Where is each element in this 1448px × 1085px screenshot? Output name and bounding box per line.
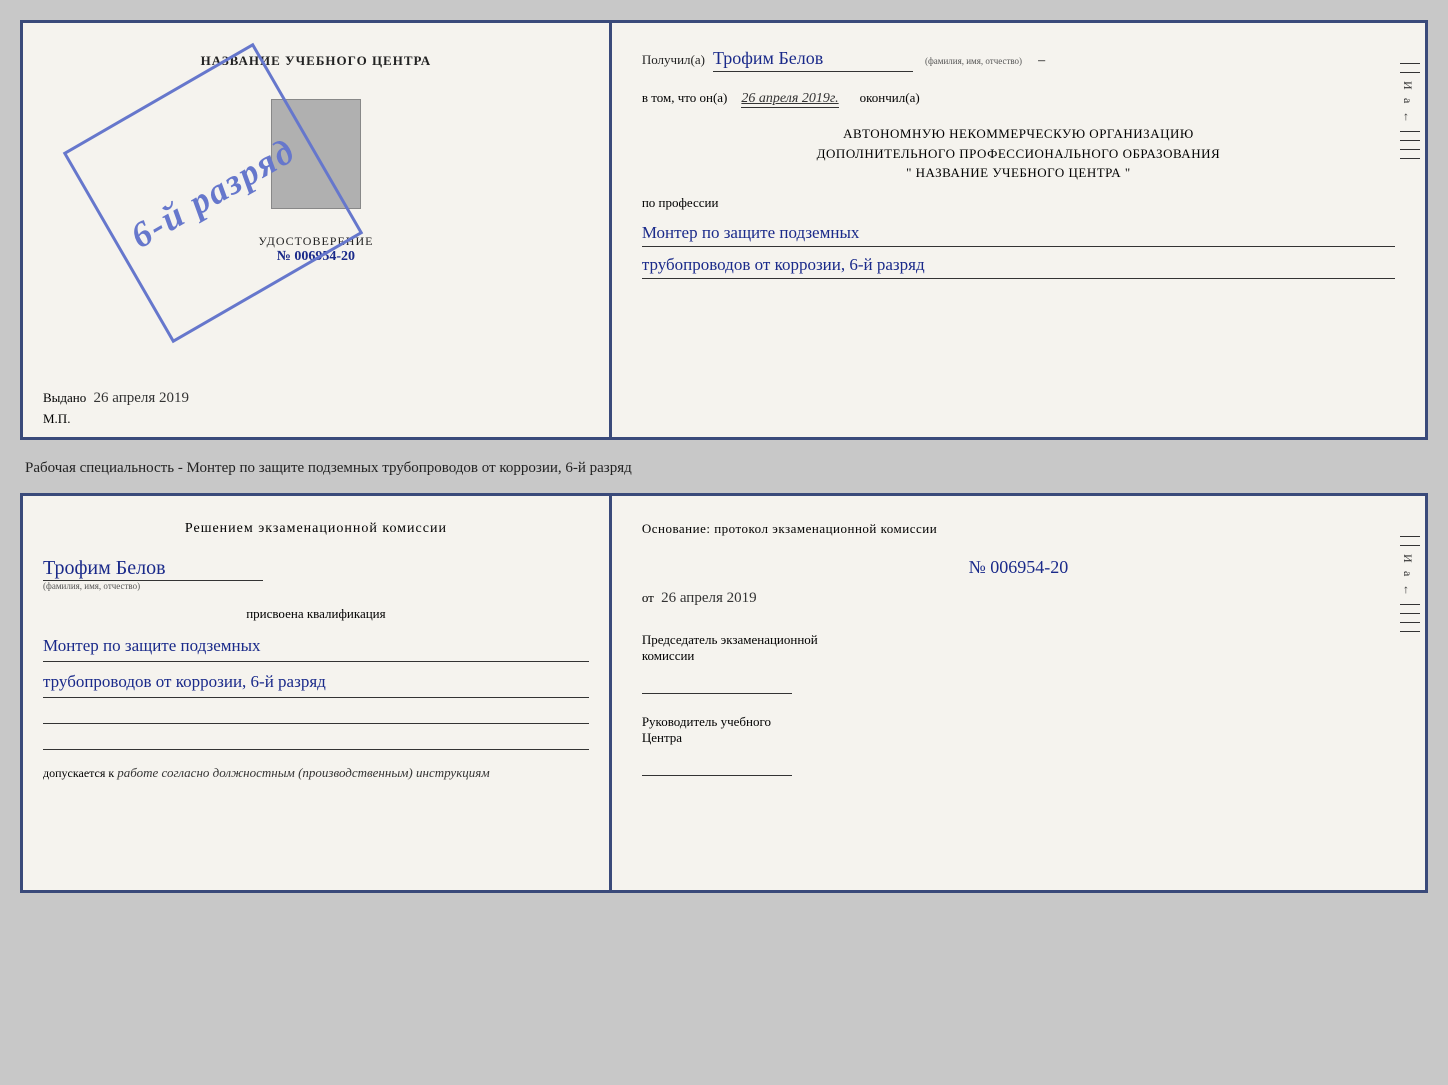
bottom-name-block: Трофим Белов (фамилия, имя, отчество) xyxy=(43,557,589,591)
bottom-recipient-name: Трофим Белов xyxy=(43,557,263,581)
resheniem-label: Решением экзаменационной комиссии xyxy=(185,521,447,536)
osnovanie-label: Основание: протокол экзаменационной коми… xyxy=(642,521,1395,537)
mp-block: М.П. xyxy=(43,411,70,427)
side-dash-3 xyxy=(1400,131,1420,132)
side-dash-1 xyxy=(1400,63,1420,64)
protocol-date: 26 апреля 2019 xyxy=(661,590,757,606)
dopuskaetsya-label: допускается к xyxy=(43,766,114,780)
po-professii-label: по профессии xyxy=(642,195,1395,211)
qualification-line2: трубопроводов от коррозии, 6-й разряд xyxy=(43,668,589,698)
udostoverenie-block: УДОСТОВЕРЕНИЕ № 006954-20 xyxy=(258,234,373,265)
ot-date-block: от 26 апреля 2019 xyxy=(642,590,1395,607)
b-side-letter-i: И xyxy=(1400,554,1420,563)
cert-title: НАЗВАНИЕ УЧЕБНОГО ЦЕНТРА xyxy=(201,53,432,69)
rukovoditel-line2: Центра xyxy=(642,730,1395,746)
top-certificate: НАЗВАНИЕ УЧЕБНОГО ЦЕНТРА 6-й разряд УДОС… xyxy=(20,20,1428,440)
b-side-letter-a: а xyxy=(1400,571,1420,576)
chairman-line1: Председатель экзаменационной xyxy=(642,632,1395,648)
side-dash-4 xyxy=(1400,140,1420,141)
dash: – xyxy=(1038,53,1045,69)
okonchil-label: окончил(а) xyxy=(860,90,920,106)
b-side-dash-6 xyxy=(1400,631,1420,632)
protocol-number: № 006954-20 xyxy=(642,557,1395,578)
vtom-label: в том, что он(а) xyxy=(642,90,728,106)
vydano-date: 26 апреля 2019 xyxy=(94,390,190,406)
profession-line2: трубопроводов от коррозии, 6-й разряд xyxy=(642,251,1395,279)
side-letter-a: а xyxy=(1400,98,1420,103)
side-dash-6 xyxy=(1400,158,1420,159)
resheniem-block: Решением экзаменационной комиссии xyxy=(43,521,589,537)
rukovoditel-signature-line xyxy=(642,756,792,776)
org-block: АВТОНОМНУЮ НЕКОММЕРЧЕСКУЮ ОРГАНИЗАЦИЮ ДО… xyxy=(642,124,1395,183)
photo-placeholder xyxy=(271,99,361,209)
blank-line-2 xyxy=(43,730,589,750)
bottom-right-side-marks: И а ← xyxy=(1400,536,1420,632)
side-letter-i: И xyxy=(1400,81,1420,90)
rukovoditel-line1: Руководитель учебного xyxy=(642,714,1395,730)
udostoverenie-num: № 006954-20 xyxy=(258,249,373,265)
b-side-dash-5 xyxy=(1400,622,1420,623)
dopuskaetsya-text: работе согласно должностным (производств… xyxy=(117,765,489,780)
org-line2: ДОПОЛНИТЕЛЬНОГО ПРОФЕССИОНАЛЬНОГО ОБРАЗО… xyxy=(642,144,1395,164)
b-side-dash-3 xyxy=(1400,604,1420,605)
dopuskaetsya-block: допускается к работе согласно должностны… xyxy=(43,765,589,781)
chairman-signature-line xyxy=(642,674,792,694)
name-small-label: (фамилия, имя, отчество) xyxy=(925,56,1022,66)
right-side-marks: И а ← xyxy=(1400,63,1420,159)
udostoverenie-title: УДОСТОВЕРЕНИЕ xyxy=(258,234,373,249)
vydano-label: Выдано xyxy=(43,390,86,405)
bottom-left-panel: Решением экзаменационной комиссии Трофим… xyxy=(23,496,612,890)
side-dash-5 xyxy=(1400,149,1420,150)
org-line3: " НАЗВАНИЕ УЧЕБНОГО ЦЕНТРА " xyxy=(642,163,1395,183)
recipient-name: Трофим Белов xyxy=(713,48,913,72)
poluchil-label: Получил(a) xyxy=(642,52,705,68)
completion-date: 26 апреля 2019г. xyxy=(741,91,838,108)
b-side-dash-2 xyxy=(1400,545,1420,546)
chairman-line2: комиссии xyxy=(642,648,1395,664)
vtom-line: в том, что он(а) 26 апреля 2019г. окончи… xyxy=(642,90,1395,108)
chairman-block: Председатель экзаменационной комиссии xyxy=(642,632,1395,694)
bottom-certificate: Решением экзаменационной комиссии Трофим… xyxy=(20,493,1428,893)
specialist-text: Рабочая специальность - Монтер по защите… xyxy=(20,452,1428,481)
cert-right-panel: Получил(a) Трофим Белов (фамилия, имя, о… xyxy=(612,23,1425,437)
side-arrow: ← xyxy=(1400,111,1420,123)
bottom-name-small: (фамилия, имя, отчество) xyxy=(43,581,140,591)
ot-label: от xyxy=(642,590,654,605)
rukovoditel-block: Руководитель учебного Центра xyxy=(642,714,1395,776)
b-side-arrow: ← xyxy=(1400,584,1420,596)
poluchil-line: Получил(a) Трофим Белов (фамилия, имя, о… xyxy=(642,48,1395,72)
org-line1: АВТОНОМНУЮ НЕКОММЕРЧЕСКУЮ ОРГАНИЗАЦИЮ xyxy=(642,124,1395,144)
vydano-block: Выдано 26 апреля 2019 xyxy=(43,390,189,407)
page-wrapper: НАЗВАНИЕ УЧЕБНОГО ЦЕНТРА 6-й разряд УДОС… xyxy=(20,20,1428,893)
prisvoena-label: присвоена квалификация xyxy=(43,606,589,622)
b-side-dash-4 xyxy=(1400,613,1420,614)
cert-left-panel: НАЗВАНИЕ УЧЕБНОГО ЦЕНТРА 6-й разряд УДОС… xyxy=(23,23,612,437)
b-side-dash-1 xyxy=(1400,536,1420,537)
qualification-line1: Монтер по защите подземных xyxy=(43,632,589,662)
bottom-right-panel: Основание: протокол экзаменационной коми… xyxy=(612,496,1425,890)
blank-line-1 xyxy=(43,704,589,724)
side-dash-2 xyxy=(1400,72,1420,73)
profession-line1: Монтер по защите подземных xyxy=(642,219,1395,247)
